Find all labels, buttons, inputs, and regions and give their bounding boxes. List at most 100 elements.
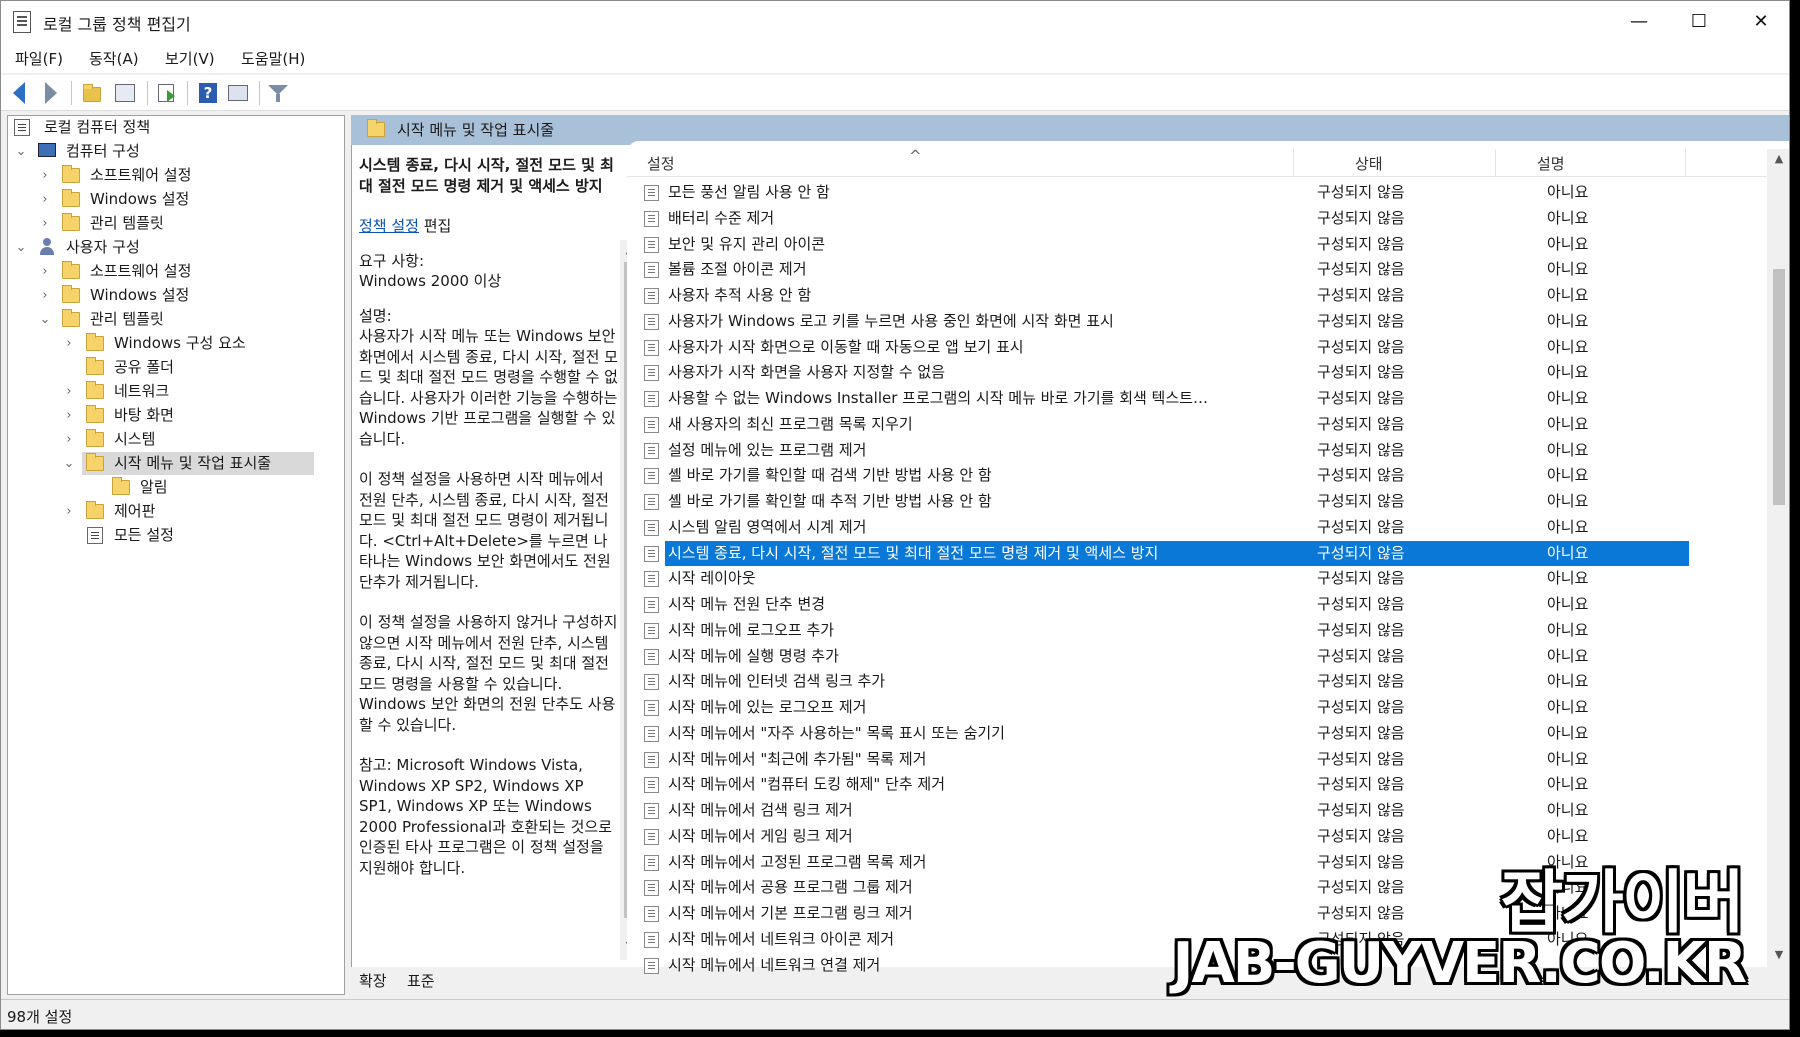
chevron-down-icon[interactable]: ⌄ [14, 140, 28, 163]
tree-label: 사용자 구성 [66, 238, 140, 256]
column-state[interactable]: 상태 [1355, 153, 1383, 174]
edit-policy-link[interactable]: 정책 설정 [359, 217, 419, 235]
setting-state: 구성되지 않음 [1317, 208, 1405, 227]
table-row[interactable]: 시작 메뉴에서 "컴퓨터 도킹 해제" 단추 제거 구성되지 않음 아니요 [627, 772, 1767, 798]
back-icon[interactable] [11, 82, 35, 104]
show-hide-tree-icon[interactable] [113, 82, 137, 104]
table-row[interactable]: 시작 메뉴에서 검색 링크 제거 구성되지 않음 아니요 [627, 798, 1767, 824]
chevron-right-icon[interactable]: › [62, 404, 76, 427]
table-row[interactable]: 시스템 알림 영역에서 시계 제거 구성되지 않음 아니요 [627, 515, 1767, 541]
window: 로컬 그룹 정책 편집기 — ☐ ✕ 파일(F) 동작(A) 보기(V) 도움말… [0, 0, 1790, 1030]
column-divider[interactable] [1495, 149, 1496, 177]
folder-icon [86, 333, 104, 351]
navigation-tree: 로컬 컴퓨터 정책 ⌄ 컴퓨터 구성 › 소프트웨어 설정 › Windows … [7, 115, 345, 995]
setting-comment: 아니요 [1547, 801, 1589, 819]
folder-icon [86, 501, 104, 519]
chevron-right-icon[interactable]: › [62, 380, 76, 403]
table-row[interactable]: 새 사용자의 최신 프로그램 목록 지우기 구성되지 않음 아니요 [627, 412, 1767, 438]
requirements-value: Windows 2000 이상 [359, 272, 502, 290]
setting-state: 구성되지 않음 [1317, 260, 1405, 279]
table-row[interactable]: 시작 메뉴에 인터넷 검색 링크 추가 구성되지 않음 아니요 [627, 669, 1767, 695]
menu-help[interactable]: 도움말(H) [241, 48, 305, 69]
up-folder-icon[interactable] [81, 82, 105, 104]
chevron-right-icon[interactable]: › [38, 212, 52, 235]
chevron-right-icon[interactable]: › [38, 188, 52, 211]
table-row[interactable]: 사용자가 시작 화면을 사용자 지정할 수 없음 구성되지 않음 아니요 [627, 360, 1767, 386]
chevron-right-icon[interactable]: › [38, 284, 52, 307]
column-divider[interactable] [1685, 149, 1686, 177]
setting-name: 시작 메뉴에서 네트워크 연결 제거 [668, 955, 881, 974]
forward-icon[interactable] [39, 82, 63, 104]
properties-icon[interactable] [227, 82, 251, 104]
table-row[interactable]: 시작 메뉴 전원 단추 변경 구성되지 않음 아니요 [627, 592, 1767, 618]
table-row[interactable]: 설정 메뉴에 있는 프로그램 제거 구성되지 않음 아니요 [627, 438, 1767, 464]
setting-state: 구성되지 않음 [1317, 801, 1405, 819]
column-setting[interactable]: 설정 [647, 153, 675, 174]
tab-standard[interactable]: 표준 [407, 970, 435, 991]
setting-state: 구성되지 않음 [1317, 363, 1405, 382]
setting-state: 구성되지 않음 [1317, 620, 1405, 639]
export-list-icon[interactable] [155, 82, 179, 104]
chevron-down-icon[interactable]: ⌄ [38, 308, 52, 331]
table-row[interactable]: 시작 메뉴에 실행 명령 추가 구성되지 않음 아니요 [627, 644, 1767, 670]
chevron-right-icon[interactable]: › [62, 428, 76, 451]
table-row[interactable]: 사용자가 시작 화면으로 이동할 때 자동으로 앱 보기 표시 구성되지 않음 아니… [627, 335, 1767, 361]
table-row[interactable]: 시작 레이아웃 구성되지 않음 아니요 [627, 566, 1767, 592]
table-row[interactable]: 보안 및 유지 관리 아이콘 구성되지 않음 아니요 [627, 232, 1767, 258]
table-row[interactable]: 시작 메뉴에 있는 로그오프 제거 구성되지 않음 아니요 [627, 695, 1767, 721]
setting-state: 구성되지 않음 [1317, 569, 1405, 588]
table-row-selected[interactable]: 시스템 종료, 다시 시작, 절전 모드 및 최대 절전 모드 명령 제거 및 … [644, 540, 1689, 567]
minimize-button[interactable]: — [1609, 1, 1669, 43]
tree-label: Windows 구성 요소 [114, 334, 246, 352]
setting-comment: 아니요 [1547, 723, 1589, 742]
column-comment[interactable]: 설명 [1537, 153, 1565, 174]
policy-setting-icon [644, 674, 659, 691]
chevron-down-icon[interactable]: ⌄ [62, 452, 76, 475]
table-row[interactable]: 시작 메뉴에 로그오프 추가 구성되지 않음 아니요 [627, 618, 1767, 644]
tree-start-menu[interactable]: ⌄ 시작 메뉴 및 작업 표시줄 [14, 452, 314, 475]
table-row[interactable]: 사용할 수 없는 Windows Installer 프로그램의 시작 메뉴 바… [627, 386, 1767, 412]
edit-suffix: 편집 [418, 217, 452, 235]
scroll-down-icon[interactable]: ▼ [1773, 949, 1785, 961]
table-row[interactable]: 사용자가 Windows 로고 키를 누르면 사용 중인 화면에 시작 화면 표… [627, 309, 1767, 335]
list-scrollbar[interactable]: ▲ ▼ [1767, 149, 1789, 967]
setting-state: 구성되지 않음 [1317, 852, 1405, 871]
setting-name: 설정 메뉴에 있는 프로그램 제거 [668, 440, 867, 459]
setting-state: 구성되지 않음 [1317, 595, 1405, 613]
table-row[interactable]: 볼륨 조절 아이콘 제거 구성되지 않음 아니요 [627, 257, 1767, 283]
title-bar[interactable]: 로컬 그룹 정책 편집기 — ☐ ✕ [1, 1, 1789, 43]
table-row[interactable]: 시작 메뉴에서 "자주 사용하는" 목록 표시 또는 숨기기 구성되지 않음 아니요 [627, 721, 1767, 747]
table-row[interactable]: 시작 메뉴에서 게임 링크 제거 구성되지 않음 아니요 [627, 824, 1767, 850]
setting-state: 구성되지 않음 [1317, 286, 1405, 304]
scroll-thumb[interactable] [1773, 269, 1785, 505]
policy-setting-icon [644, 288, 659, 304]
setting-comment: 아니요 [1547, 286, 1589, 304]
setting-comment: 아니요 [1547, 569, 1589, 588]
tree-label: 관리 템플릿 [90, 310, 164, 328]
table-row[interactable]: 셸 바로 가기를 확인할 때 검색 기반 방법 사용 안 함 구성되지 않음 아니요 [627, 463, 1767, 489]
help-icon[interactable]: ? [197, 82, 221, 104]
chevron-down-icon[interactable]: ⌄ [14, 236, 28, 259]
chevron-right-icon[interactable]: › [62, 332, 76, 355]
table-row[interactable]: 시작 메뉴에서 "최근에 추가됨" 목록 제거 구성되지 않음 아니요 [627, 747, 1767, 773]
setting-state: 구성되지 않음 [1317, 492, 1405, 510]
chevron-right-icon[interactable]: › [38, 164, 52, 187]
maximize-button[interactable]: ☐ [1669, 1, 1729, 43]
table-row[interactable]: 배터리 수준 제거 구성되지 않음 아니요 [627, 206, 1767, 232]
menu-view[interactable]: 보기(V) [165, 48, 215, 69]
scroll-up-icon[interactable]: ▲ [1773, 153, 1785, 165]
menu-action[interactable]: 동작(A) [89, 48, 139, 69]
table-row[interactable]: 사용자 추적 사용 안 함 구성되지 않음 아니요 [627, 283, 1767, 309]
table-row[interactable]: 모든 풍선 알림 사용 안 함 구성되지 않음 아니요 [627, 180, 1767, 206]
menu-bar: 파일(F) 동작(A) 보기(V) 도움말(H) [1, 43, 1789, 73]
chevron-right-icon[interactable]: › [62, 500, 76, 523]
close-button[interactable]: ✕ [1731, 1, 1789, 43]
policy-editor-icon [13, 11, 31, 33]
tab-extended[interactable]: 확장 [359, 970, 387, 991]
menu-file[interactable]: 파일(F) [15, 48, 63, 69]
table-row[interactable]: 셸 바로 가기를 확인할 때 추적 기반 방법 사용 안 함 구성되지 않음 아니요 [627, 489, 1767, 515]
chevron-right-icon[interactable]: › [38, 260, 52, 283]
setting-comment: 아니요 [1547, 363, 1589, 382]
filter-icon[interactable] [267, 82, 291, 104]
column-divider[interactable] [1293, 149, 1294, 177]
